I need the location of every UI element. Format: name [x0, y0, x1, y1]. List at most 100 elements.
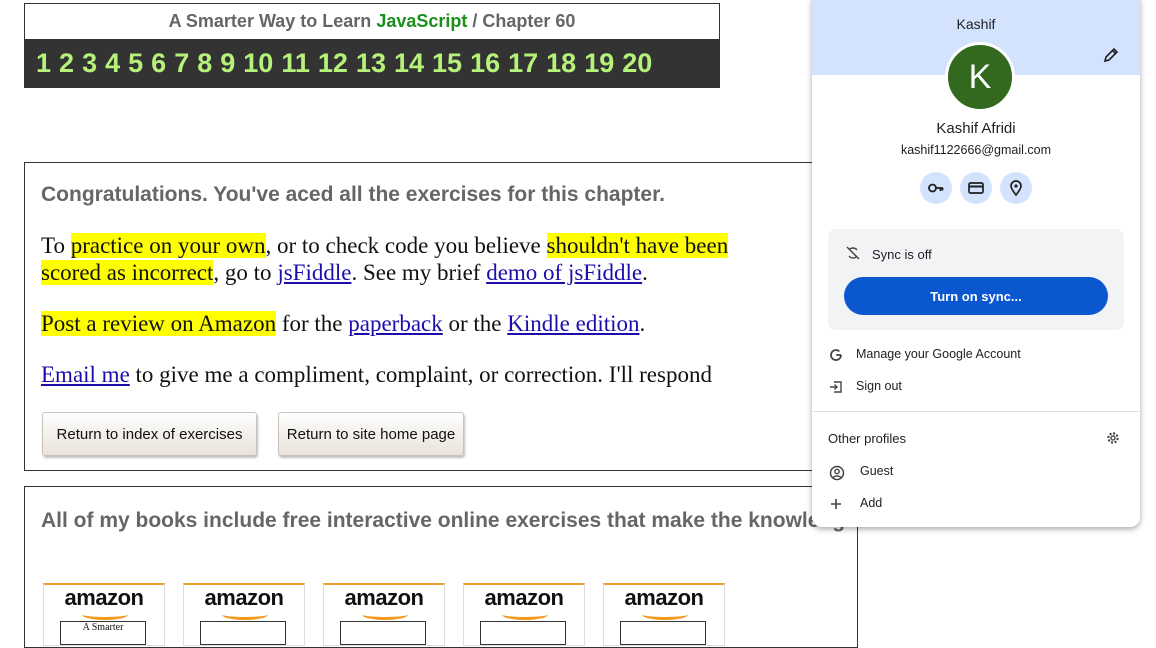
chapter-link-10[interactable]: 10	[243, 48, 273, 79]
chapter-link-20[interactable]: 20	[622, 48, 652, 79]
p2-text-a: for the	[276, 311, 349, 336]
p1-highlight-1: practice on your own	[70, 233, 266, 258]
chapter-link-14[interactable]: 14	[394, 48, 424, 79]
chapter-link-8[interactable]: 8	[197, 48, 212, 79]
chapter-link-7[interactable]: 7	[174, 48, 189, 79]
profile-email: kashif1122666@gmail.com	[900, 143, 1052, 157]
profile-full-name: Kashif Afridi	[936, 120, 1016, 137]
books-panel: All of my books include free interactive…	[24, 486, 858, 648]
email-paragraph: Email me to give me a compliment, compla…	[41, 361, 712, 388]
amazon-smile-icon	[502, 609, 548, 620]
chapter-number-nav: 1 2 3 4 5 6 7 8 9 10 11 12 13 14 15 16 17 18 19 20	[25, 39, 719, 87]
congrats-panel: Congratulations. You've aced all the exe…	[24, 162, 885, 471]
location-icon[interactable]	[1000, 172, 1032, 204]
amazon-logo: amazon	[484, 585, 564, 610]
sync-status: Sync is off	[872, 247, 932, 262]
key-icon[interactable]	[920, 172, 952, 204]
guest-icon	[829, 465, 845, 481]
book-link[interactable]: amazon	[463, 583, 585, 646]
books-text: All of my books include free interactive…	[41, 509, 858, 532]
amazon-smile-icon	[362, 609, 408, 620]
chapter-link-13[interactable]: 13	[356, 48, 386, 79]
p1-text-c: , go to	[213, 260, 278, 285]
gear-icon[interactable]	[1106, 431, 1122, 447]
book-cover	[620, 621, 706, 645]
practice-paragraph: To practice on your own, or to check cod…	[41, 232, 729, 286]
book-link[interactable]: amazon A Smarter	[43, 583, 165, 646]
kindle-edition-link[interactable]: Kindle edition	[507, 311, 639, 336]
jsfiddle-link[interactable]: jsFiddle	[277, 260, 351, 285]
amazon-logo: amazon	[344, 585, 424, 610]
p2-text-b: or the	[442, 311, 508, 336]
chapter-link-19[interactable]: 19	[584, 48, 614, 79]
amazon-smile-icon	[642, 609, 688, 620]
paperback-link[interactable]: paperback	[348, 311, 443, 336]
profile-menu: Kashif K Kashif Afridi kashif1122666@gma…	[812, 0, 1140, 527]
email-me-link[interactable]: Email me	[41, 362, 130, 387]
google-g-icon	[829, 348, 845, 364]
sign-out-item[interactable]: Sign out	[812, 373, 1140, 401]
p1-text-a: To	[41, 233, 71, 258]
chapter-link-2[interactable]: 2	[59, 48, 74, 79]
amazon-logo: amazon	[204, 585, 284, 610]
amazon-smile-icon	[82, 609, 128, 620]
chapter-link-16[interactable]: 16	[470, 48, 500, 79]
chapter-header: A Smarter Way to Learn JavaScript / Chap…	[24, 3, 720, 88]
chapter-link-6[interactable]: 6	[151, 48, 166, 79]
chapter-link-18[interactable]: 18	[546, 48, 576, 79]
book-link[interactable]: amazon	[603, 583, 725, 646]
sync-off-icon	[846, 246, 860, 260]
guest-label: Guest	[860, 464, 894, 478]
chapter-link-11[interactable]: 11	[281, 48, 310, 79]
sign-out-label: Sign out	[856, 379, 902, 393]
plus-icon	[829, 497, 845, 513]
chapter-link-3[interactable]: 3	[82, 48, 97, 79]
book-cover	[480, 621, 566, 645]
book-cover	[340, 621, 426, 645]
book-cover: A Smarter	[60, 621, 146, 645]
manage-account-label: Manage your Google Account	[856, 347, 1021, 361]
title-chapter: / Chapter 60	[467, 11, 576, 31]
turn-on-sync-button[interactable]: Turn on sync...	[844, 277, 1108, 315]
chapter-title: A Smarter Way to Learn JavaScript / Chap…	[25, 4, 719, 39]
p2-text-c: .	[639, 311, 646, 336]
title-javascript: JavaScript	[376, 11, 468, 31]
chapter-link-4[interactable]: 4	[105, 48, 120, 79]
profile-name-top: Kashif	[956, 16, 996, 32]
return-home-button[interactable]: Return to site home page	[278, 412, 464, 456]
return-index-button[interactable]: Return to index of exercises	[42, 412, 257, 456]
p1-highlight-2: shouldn't have been	[546, 233, 729, 258]
title-prefix: A Smarter Way to Learn	[168, 11, 377, 31]
chapter-link-9[interactable]: 9	[220, 48, 235, 79]
p1-text-d: . See my brief	[351, 260, 487, 285]
book-cover	[200, 621, 286, 645]
p1-highlight-3: scored as incorrect	[41, 260, 214, 285]
chapter-link-17[interactable]: 17	[508, 48, 538, 79]
sync-card: Sync is off Turn on sync...	[828, 229, 1124, 330]
congrats-heading: Congratulations. You've aced all the exe…	[41, 183, 665, 206]
chapter-link-15[interactable]: 15	[432, 48, 462, 79]
avatar[interactable]: K	[945, 42, 1015, 112]
amazon-smile-icon	[222, 609, 268, 620]
demo-jsfiddle-link[interactable]: demo of jsFiddle	[486, 260, 642, 285]
guest-profile-item[interactable]: Guest	[812, 458, 1140, 486]
pencil-icon[interactable]	[1102, 46, 1120, 64]
book-link[interactable]: amazon	[323, 583, 445, 646]
manage-account-item[interactable]: Manage your Google Account	[812, 341, 1140, 369]
p1-text-b: , or to check code you believe	[265, 233, 547, 258]
amazon-logo: amazon	[64, 585, 144, 610]
other-profiles-heading: Other profiles	[828, 431, 907, 446]
amazon-logo: amazon	[624, 585, 704, 610]
sign-out-icon	[829, 380, 845, 396]
card-icon[interactable]	[960, 172, 992, 204]
chapter-link-12[interactable]: 12	[318, 48, 348, 79]
divider	[812, 411, 1140, 412]
add-label: Add	[860, 496, 883, 510]
p1-text-e: .	[642, 260, 648, 285]
p3-text: to give me a compliment, complaint, or c…	[129, 362, 712, 387]
add-profile-item[interactable]: Add	[812, 490, 1140, 518]
p2-highlight: Post a review on Amazon	[41, 311, 277, 336]
book-link[interactable]: amazon	[183, 583, 305, 646]
chapter-link-1[interactable]: 1	[36, 48, 51, 79]
chapter-link-5[interactable]: 5	[128, 48, 143, 79]
